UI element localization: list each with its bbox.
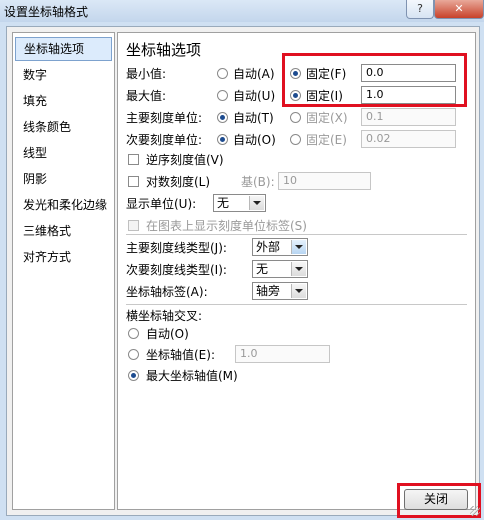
sidebar-item-label: 填充 bbox=[23, 94, 48, 108]
axis-options-panel: 坐标轴选项 最小值: 自动(A) 固定(F) 0.0 最大值: 自动(U) 固定… bbox=[117, 32, 476, 510]
reverse-order-checkbox[interactable] bbox=[128, 154, 139, 165]
major-tick-value: 外部 bbox=[256, 240, 281, 254]
highlight-box bbox=[282, 53, 467, 107]
page-title: 坐标轴选项 bbox=[126, 41, 202, 59]
reverse-order-label: 逆序刻度值(V) bbox=[146, 153, 224, 167]
max-auto-radio[interactable] bbox=[217, 90, 228, 101]
title-bar[interactable]: 设置坐标轴格式 ? ✕ bbox=[0, 0, 484, 22]
major-unit-fixed-label: 固定(X) bbox=[306, 111, 348, 125]
min-label: 最小值: bbox=[126, 67, 167, 81]
sidebar-item-label: 发光和柔化边缘 bbox=[23, 198, 108, 212]
chevron-down-icon bbox=[291, 284, 306, 298]
minor-unit-value-input[interactable]: 0.02 bbox=[361, 130, 456, 148]
minor-tick-value: 无 bbox=[256, 262, 269, 276]
display-unit-dropdown[interactable]: 无 bbox=[213, 194, 266, 212]
major-unit-auto-label: 自动(T) bbox=[233, 111, 274, 125]
cross-value-input[interactable]: 1.0 bbox=[235, 345, 330, 363]
min-auto-radio[interactable] bbox=[217, 68, 228, 79]
minor-unit-fixed-label: 固定(E) bbox=[306, 133, 347, 147]
sidebar-item-label: 坐标轴选项 bbox=[24, 42, 85, 56]
sidebar-item-label: 线条颜色 bbox=[23, 120, 72, 134]
sidebar-item-line-style[interactable]: 线型 bbox=[15, 141, 112, 165]
sidebar-item-line-color[interactable]: 线条颜色 bbox=[15, 115, 112, 139]
minor-unit-auto-radio[interactable] bbox=[217, 134, 228, 145]
divider bbox=[126, 304, 467, 305]
minor-unit-auto-label: 自动(O) bbox=[233, 133, 276, 147]
minor-unit-fixed-radio[interactable] bbox=[290, 134, 301, 145]
sidebar-item-number[interactable]: 数字 bbox=[15, 63, 112, 87]
sidebar-item-shadow[interactable]: 阴影 bbox=[15, 167, 112, 191]
resize-grip[interactable] bbox=[470, 506, 480, 516]
window-title: 设置坐标轴格式 bbox=[4, 5, 89, 19]
show-unit-label-text: 在图表上显示刻度单位标签(S) bbox=[146, 219, 307, 233]
log-scale-label: 对数刻度(L) bbox=[146, 175, 211, 189]
help-icon: ? bbox=[417, 2, 423, 15]
cross-value-label: 坐标轴值(E): bbox=[146, 348, 215, 362]
sidebar-item-glow-soft-edges[interactable]: 发光和柔化边缘 bbox=[15, 193, 112, 217]
log-base-label: 基(B): bbox=[241, 175, 275, 189]
axis-labels-dropdown[interactable]: 轴旁 bbox=[252, 282, 308, 300]
display-unit-value: 无 bbox=[217, 196, 230, 210]
minor-tick-label: 次要刻度线类型(I): bbox=[126, 263, 227, 277]
cross-auto-radio[interactable] bbox=[128, 328, 139, 339]
show-unit-label-checkbox[interactable] bbox=[128, 220, 139, 231]
axis-labels-label: 坐标轴标签(A): bbox=[126, 285, 208, 299]
major-tick-label: 主要刻度线类型(J): bbox=[126, 241, 227, 255]
max-label: 最大值: bbox=[126, 89, 167, 103]
sidebar-item-label: 线型 bbox=[23, 146, 48, 160]
close-icon: ✕ bbox=[454, 2, 464, 15]
category-list: 坐标轴选项 数字 填充 线条颜色 线型 阴影 发光和柔化边缘 三维格式 对齐方式 bbox=[12, 32, 115, 510]
sidebar-item-fill[interactable]: 填充 bbox=[15, 89, 112, 113]
sidebar-item-axis-options[interactable]: 坐标轴选项 bbox=[15, 37, 112, 61]
cross-max-label: 最大坐标轴值(M) bbox=[146, 369, 238, 383]
min-auto-label: 自动(A) bbox=[233, 67, 275, 81]
sidebar-item-label: 阴影 bbox=[23, 172, 48, 186]
major-unit-label: 主要刻度单位: bbox=[126, 111, 203, 125]
cross-auto-label: 自动(O) bbox=[146, 327, 189, 341]
minor-unit-label: 次要刻度单位: bbox=[126, 133, 203, 147]
major-unit-fixed-radio[interactable] bbox=[290, 112, 301, 123]
cross-max-radio[interactable] bbox=[128, 370, 139, 381]
sidebar-item-label: 三维格式 bbox=[23, 224, 72, 238]
log-base-input[interactable]: 10 bbox=[278, 172, 371, 190]
major-unit-auto-radio[interactable] bbox=[217, 112, 228, 123]
log-scale-checkbox[interactable] bbox=[128, 176, 139, 187]
chevron-down-icon bbox=[291, 262, 306, 276]
major-tick-dropdown[interactable]: 外部 bbox=[252, 238, 308, 256]
chevron-down-icon bbox=[249, 196, 264, 210]
divider bbox=[126, 234, 467, 235]
sidebar-item-label: 对齐方式 bbox=[23, 250, 72, 264]
cross-heading: 横坐标轴交叉: bbox=[126, 309, 203, 323]
help-button[interactable]: ? bbox=[406, 0, 434, 19]
sidebar-item-label: 数字 bbox=[23, 68, 48, 82]
display-unit-label: 显示单位(U): bbox=[126, 197, 197, 211]
window-close-button[interactable]: ✕ bbox=[434, 0, 484, 19]
minor-tick-dropdown[interactable]: 无 bbox=[252, 260, 308, 278]
close-button[interactable]: 关闭 bbox=[404, 489, 468, 510]
sidebar-item-alignment[interactable]: 对齐方式 bbox=[15, 245, 112, 269]
chevron-down-icon bbox=[291, 240, 306, 254]
cross-value-radio[interactable] bbox=[128, 349, 139, 360]
sidebar-item-3d-format[interactable]: 三维格式 bbox=[15, 219, 112, 243]
axis-labels-value: 轴旁 bbox=[256, 284, 281, 298]
max-auto-label: 自动(U) bbox=[233, 89, 276, 103]
dialog-body: 坐标轴选项 数字 填充 线条颜色 线型 阴影 发光和柔化边缘 三维格式 对齐方式… bbox=[6, 26, 480, 516]
major-unit-value-input[interactable]: 0.1 bbox=[361, 108, 456, 126]
